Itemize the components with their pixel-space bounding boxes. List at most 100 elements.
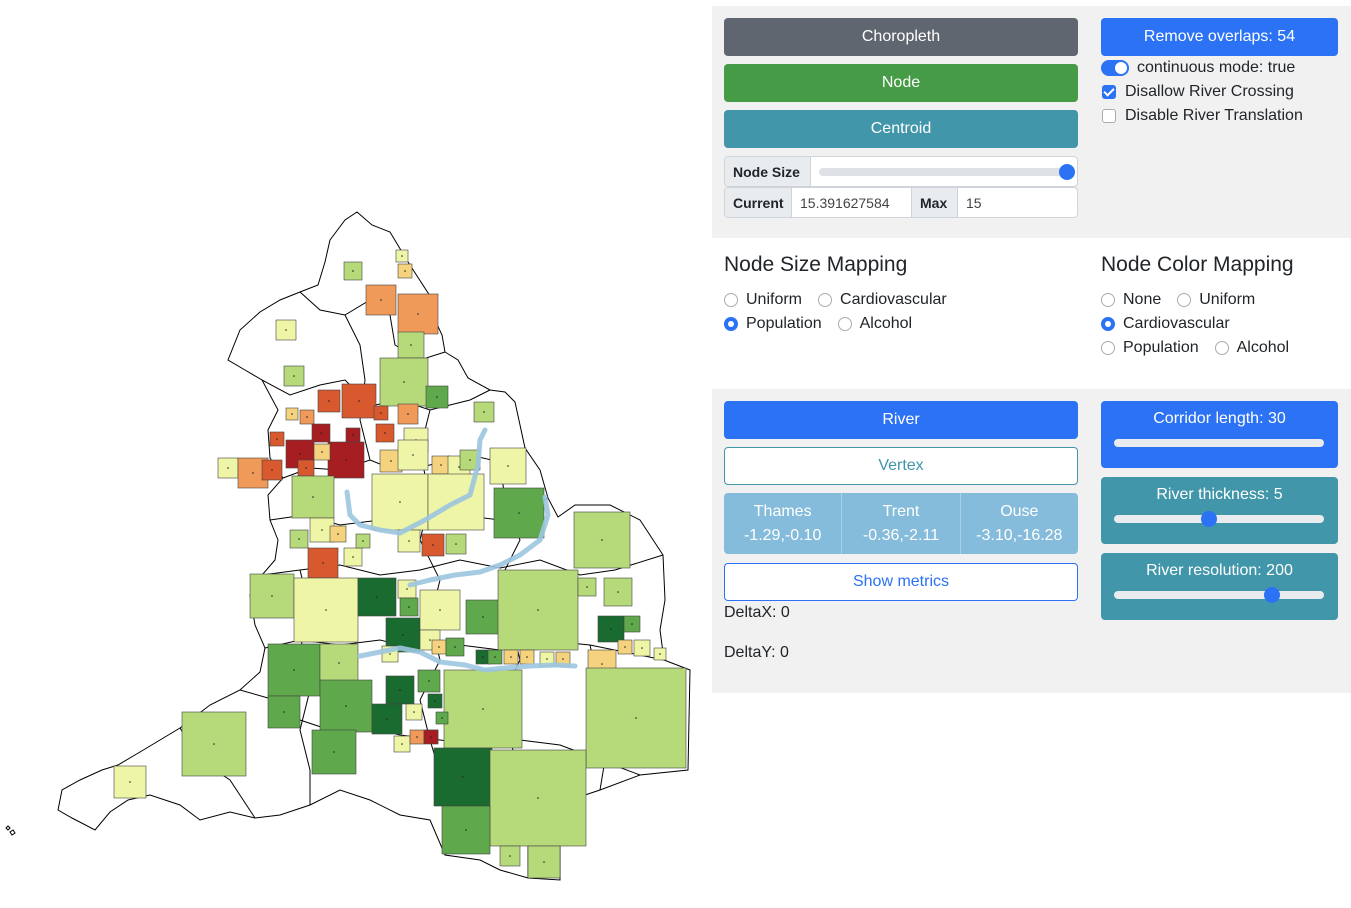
node-color-option-none[interactable]: None <box>1101 291 1161 309</box>
continuous-mode-toggle[interactable] <box>1101 60 1129 76</box>
node-centroid-dot <box>333 751 335 753</box>
centroid-button[interactable]: Centroid <box>724 110 1078 148</box>
node-size-slider[interactable] <box>811 157 1077 186</box>
river-thickness-track[interactable] <box>1114 515 1324 523</box>
node-size-slider-thumb[interactable] <box>1059 164 1075 180</box>
node-centroid-dot <box>390 460 392 462</box>
node-centroid-dot <box>129 781 131 783</box>
radio-button[interactable] <box>724 317 738 331</box>
node-centroid-dot <box>617 591 619 593</box>
river-thames-button[interactable]: Thames -1.29,-0.10 <box>724 493 843 554</box>
river-button[interactable]: River <box>724 401 1078 439</box>
node-centroid-dot <box>376 596 378 598</box>
river-trent-button[interactable]: Trent -0.36,-2.11 <box>842 493 961 554</box>
choropleth-button[interactable]: Choropleth <box>724 18 1078 56</box>
node-centroid-dot <box>358 400 360 402</box>
node-centroid-dot <box>439 609 441 611</box>
radio-button[interactable] <box>818 293 833 307</box>
node-centroid-dot <box>436 396 438 398</box>
node-centroid-dot <box>283 711 285 713</box>
node-centroid-dot <box>401 255 403 257</box>
river-offset: -1.29,-0.10 <box>743 526 822 544</box>
node-color-mapping-row-1: None Uniform <box>1101 291 1271 309</box>
radio-button[interactable] <box>1101 317 1115 331</box>
node-size-slider-track <box>819 168 1065 176</box>
node-centroid-dot <box>305 467 307 469</box>
vertex-button[interactable]: Vertex <box>724 447 1078 485</box>
node-centroid-dot <box>509 855 511 857</box>
node-centroid-dot <box>271 595 273 597</box>
remove-overlaps-button[interactable]: Remove overlaps: 54 <box>1101 18 1338 56</box>
radio-button[interactable] <box>1101 341 1115 355</box>
node-centroid-dot <box>641 647 643 649</box>
river-name: Trent <box>882 502 920 520</box>
show-metrics-button[interactable]: Show metrics <box>724 563 1078 601</box>
node-centroid-dot <box>320 432 322 434</box>
node-color-option-population[interactable]: Population <box>1101 339 1199 357</box>
max-label: Max <box>912 188 958 217</box>
radio-button[interactable] <box>1214 341 1229 355</box>
node-centroid-dot <box>537 609 539 611</box>
node-color-mapping-row-2: Cardiovascular <box>1101 315 1246 333</box>
node-color-mapping-row-3: Population Alcohol <box>1101 339 1305 357</box>
corridor-length-track[interactable] <box>1114 439 1324 447</box>
disallow-river-crossing-checkbox[interactable] <box>1102 85 1116 99</box>
node-color-option-alcohol[interactable]: Alcohol <box>1214 339 1289 357</box>
node-centroid-dot <box>322 562 324 564</box>
current-value-field[interactable]: 15.391627584 <box>792 188 912 217</box>
river-ouse-button[interactable]: Ouse -3.10,-16.28 <box>961 493 1078 554</box>
node-centroid-dot <box>406 588 408 590</box>
option-label: Population <box>1123 339 1199 356</box>
radio-button[interactable] <box>837 317 852 331</box>
river-thickness-thumb[interactable] <box>1200 511 1217 527</box>
node-centroid-dot <box>659 653 661 655</box>
node-centroid-dot <box>345 459 347 461</box>
node-centroid-dot <box>482 708 484 710</box>
radio-button[interactable] <box>1101 293 1115 307</box>
node-centroid-dot <box>438 646 440 648</box>
node-centroid-dot <box>518 512 520 514</box>
node-centroid-dot <box>271 469 273 471</box>
node-size-option-alcohol[interactable]: Alcohol <box>837 315 912 333</box>
node-centroid-dot <box>429 639 431 641</box>
river-name: Ouse <box>1000 502 1039 520</box>
node-centroid-dot <box>403 381 405 383</box>
continuous-mode-toggle-row: continuous mode: true <box>1101 59 1295 77</box>
node-centroid-dot <box>412 454 414 456</box>
node-centroid-dot <box>469 459 471 461</box>
max-value-field[interactable]: 15 <box>958 188 1077 217</box>
node-centroid-dot <box>635 717 637 719</box>
node-size-option-uniform[interactable]: Uniform <box>724 291 802 309</box>
node-centroid-dot <box>399 501 401 503</box>
node-centroid-dot <box>338 662 340 664</box>
node-centroid-dot <box>510 656 512 658</box>
option-label: Cardiovascular <box>1123 315 1230 332</box>
river-selector-group: Thames -1.29,-0.10 Trent -0.36,-2.11 Ous… <box>724 493 1078 554</box>
node-size-label: Node Size <box>725 157 811 186</box>
node-centroid-dot <box>526 656 528 658</box>
node-color-option-cardiovascular[interactable]: Cardiovascular <box>1101 315 1230 333</box>
node-centroid-dot <box>285 329 287 331</box>
river-resolution-track[interactable] <box>1114 591 1324 599</box>
river-thickness-label: River thickness: 5 <box>1156 486 1283 503</box>
node-centroid-dot <box>462 776 464 778</box>
node-centroid-dot <box>227 467 229 469</box>
node-centroid-dot <box>380 412 382 414</box>
delta-x-text: DeltaX: 0 <box>724 604 790 621</box>
node-centroid-dot <box>601 663 603 665</box>
radio-button[interactable] <box>1177 293 1192 307</box>
node-centroid-dot <box>337 533 339 535</box>
node-size-option-cardiovascular[interactable]: Cardiovascular <box>818 291 947 309</box>
node-centroid-dot <box>413 711 415 713</box>
node-centroid-dot <box>293 375 295 377</box>
radio-button[interactable] <box>724 293 738 307</box>
node-centroid-dot <box>384 432 386 434</box>
disable-river-translation-checkbox[interactable] <box>1102 109 1116 123</box>
node-size-option-population[interactable]: Population <box>724 315 822 333</box>
node-centroid-dot <box>455 543 457 545</box>
node-button[interactable]: Node <box>724 64 1078 102</box>
node-color-option-uniform[interactable]: Uniform <box>1177 291 1255 309</box>
river-resolution-thumb[interactable] <box>1263 587 1280 603</box>
node-centroid-dot <box>537 797 539 799</box>
node-centroid-dot <box>410 344 412 346</box>
